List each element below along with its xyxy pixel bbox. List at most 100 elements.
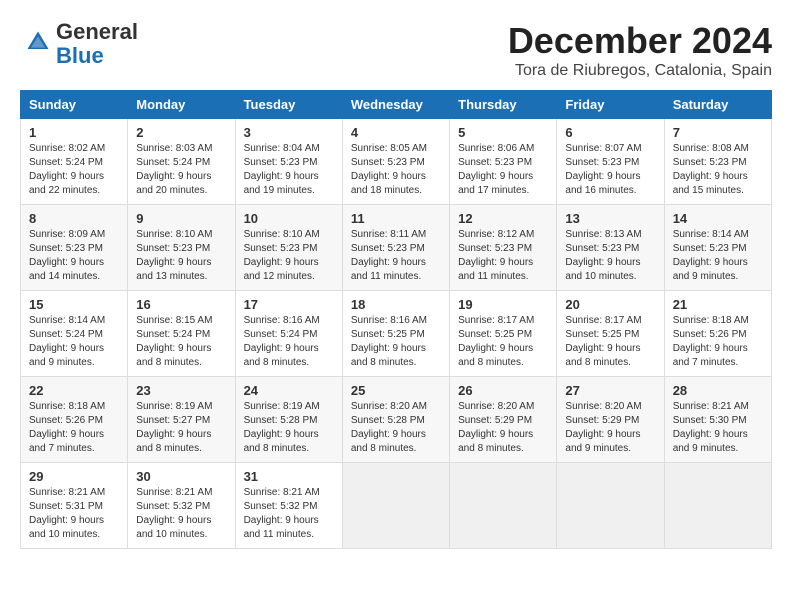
day-info: Sunrise: 8:20 AM Sunset: 5:29 PM Dayligh…	[458, 400, 548, 456]
calendar-day-cell: 11Sunrise: 8:11 AM Sunset: 5:23 PM Dayli…	[342, 205, 449, 291]
calendar-week-row: 15Sunrise: 8:14 AM Sunset: 5:24 PM Dayli…	[21, 291, 772, 377]
day-info: Sunrise: 8:19 AM Sunset: 5:27 PM Dayligh…	[136, 400, 226, 456]
calendar-day-cell: 1Sunrise: 8:02 AM Sunset: 5:24 PM Daylig…	[21, 119, 128, 205]
calendar-day-cell: 27 Sunrise: 8:20 AM Sunset: 5:29 PM Dayli…	[557, 377, 664, 463]
calendar-day-cell: 9 Sunrise: 8:10 AM Sunset: 5:23 PM Daylig…	[128, 205, 235, 291]
col-saturday: Saturday	[664, 91, 771, 119]
calendar-week-row: 8 Sunrise: 8:09 AM Sunset: 5:23 PM Daylig…	[21, 205, 772, 291]
calendar-week-row: 22 Sunrise: 8:18 AM Sunset: 5:26 PM Dayli…	[21, 377, 772, 463]
day-info: Sunrise: 8:17 AM Sunset: 5:25 PM Dayligh…	[458, 314, 548, 370]
calendar-day-cell: 4 Sunrise: 8:05 AM Sunset: 5:23 PM Daylig…	[342, 119, 449, 205]
logo: General Blue	[20, 20, 138, 68]
day-info: Sunrise: 8:21 AM Sunset: 5:32 PM Dayligh…	[136, 486, 226, 542]
day-number: 3	[244, 125, 334, 140]
logo-text: General Blue	[56, 20, 138, 68]
day-info: Sunrise: 8:10 AM Sunset: 5:23 PM Dayligh…	[136, 228, 226, 284]
day-info: Sunrise: 8:21 AM Sunset: 5:30 PM Dayligh…	[673, 400, 763, 456]
calendar-day-cell: 31Sunrise: 8:21 AM Sunset: 5:32 PM Dayli…	[235, 463, 342, 549]
day-number: 12	[458, 211, 548, 226]
day-info: Sunrise: 8:04 AM Sunset: 5:23 PM Dayligh…	[244, 142, 334, 198]
day-info: Sunrise: 8:11 AM Sunset: 5:23 PM Dayligh…	[351, 228, 441, 284]
month-title: December 2024	[508, 20, 772, 62]
day-number: 24	[244, 383, 334, 398]
col-monday: Monday	[128, 91, 235, 119]
day-number: 6	[565, 125, 655, 140]
calendar-week-row: 29Sunrise: 8:21 AM Sunset: 5:31 PM Dayli…	[21, 463, 772, 549]
calendar-day-cell: 14 Sunrise: 8:14 AM Sunset: 5:23 PM Dayli…	[664, 205, 771, 291]
day-number: 2	[136, 125, 226, 140]
day-info: Sunrise: 8:05 AM Sunset: 5:23 PM Dayligh…	[351, 142, 441, 198]
day-number: 30	[136, 469, 226, 484]
day-number: 27	[565, 383, 655, 398]
calendar-day-cell: 8 Sunrise: 8:09 AM Sunset: 5:23 PM Daylig…	[21, 205, 128, 291]
calendar-day-cell: 25Sunrise: 8:20 AM Sunset: 5:28 PM Dayli…	[342, 377, 449, 463]
calendar-day-cell: 20 Sunrise: 8:17 AM Sunset: 5:25 PM Dayli…	[557, 291, 664, 377]
day-number: 23	[136, 383, 226, 398]
day-number: 26	[458, 383, 548, 398]
calendar-day-cell	[450, 463, 557, 549]
logo-general: General	[56, 19, 138, 44]
day-number: 13	[565, 211, 655, 226]
day-number: 4	[351, 125, 441, 140]
day-info: Sunrise: 8:08 AM Sunset: 5:23 PM Dayligh…	[673, 142, 763, 198]
calendar-day-cell: 19 Sunrise: 8:17 AM Sunset: 5:25 PM Dayli…	[450, 291, 557, 377]
day-info: Sunrise: 8:19 AM Sunset: 5:28 PM Dayligh…	[244, 400, 334, 456]
day-number: 19	[458, 297, 548, 312]
day-number: 16	[136, 297, 226, 312]
day-number: 8	[29, 211, 119, 226]
day-info: Sunrise: 8:10 AM Sunset: 5:23 PM Dayligh…	[244, 228, 334, 284]
day-number: 22	[29, 383, 119, 398]
calendar-day-cell: 3 Sunrise: 8:04 AM Sunset: 5:23 PM Daylig…	[235, 119, 342, 205]
logo-icon	[24, 28, 52, 56]
calendar-day-cell	[664, 463, 771, 549]
calendar-day-cell: 29Sunrise: 8:21 AM Sunset: 5:31 PM Dayli…	[21, 463, 128, 549]
day-info: Sunrise: 8:17 AM Sunset: 5:25 PM Dayligh…	[565, 314, 655, 370]
calendar-day-cell: 26 Sunrise: 8:20 AM Sunset: 5:29 PM Dayli…	[450, 377, 557, 463]
calendar-day-cell: 7Sunrise: 8:08 AM Sunset: 5:23 PM Daylig…	[664, 119, 771, 205]
day-info: Sunrise: 8:06 AM Sunset: 5:23 PM Dayligh…	[458, 142, 548, 198]
calendar-day-cell: 24 Sunrise: 8:19 AM Sunset: 5:28 PM Dayli…	[235, 377, 342, 463]
calendar-day-cell: 23 Sunrise: 8:19 AM Sunset: 5:27 PM Dayli…	[128, 377, 235, 463]
calendar-day-cell: 21 Sunrise: 8:18 AM Sunset: 5:26 PM Dayli…	[664, 291, 771, 377]
day-info: Sunrise: 8:14 AM Sunset: 5:23 PM Dayligh…	[673, 228, 763, 284]
day-info: Sunrise: 8:20 AM Sunset: 5:29 PM Dayligh…	[565, 400, 655, 456]
col-friday: Friday	[557, 91, 664, 119]
day-number: 20	[565, 297, 655, 312]
title-section: December 2024 Tora de Riubregos, Catalon…	[508, 20, 772, 80]
day-info: Sunrise: 8:18 AM Sunset: 5:26 PM Dayligh…	[673, 314, 763, 370]
calendar-day-cell: 12 Sunrise: 8:12 AM Sunset: 5:23 PM Dayli…	[450, 205, 557, 291]
day-number: 10	[244, 211, 334, 226]
calendar-day-cell: 18 Sunrise: 8:16 AM Sunset: 5:25 PM Dayli…	[342, 291, 449, 377]
calendar-day-cell: 5Sunrise: 8:06 AM Sunset: 5:23 PM Daylig…	[450, 119, 557, 205]
day-info: Sunrise: 8:16 AM Sunset: 5:25 PM Dayligh…	[351, 314, 441, 370]
day-number: 15	[29, 297, 119, 312]
day-info: Sunrise: 8:09 AM Sunset: 5:23 PM Dayligh…	[29, 228, 119, 284]
day-number: 14	[673, 211, 763, 226]
day-number: 18	[351, 297, 441, 312]
calendar-day-cell: 30 Sunrise: 8:21 AM Sunset: 5:32 PM Dayli…	[128, 463, 235, 549]
calendar-day-cell: 10 Sunrise: 8:10 AM Sunset: 5:23 PM Dayli…	[235, 205, 342, 291]
day-info: Sunrise: 8:03 AM Sunset: 5:24 PM Dayligh…	[136, 142, 226, 198]
calendar-day-cell	[342, 463, 449, 549]
day-number: 29	[29, 469, 119, 484]
calendar-day-cell: 16 Sunrise: 8:15 AM Sunset: 5:24 PM Dayli…	[128, 291, 235, 377]
calendar-day-cell: 2 Sunrise: 8:03 AM Sunset: 5:24 PM Daylig…	[128, 119, 235, 205]
day-info: Sunrise: 8:18 AM Sunset: 5:26 PM Dayligh…	[29, 400, 119, 456]
col-wednesday: Wednesday	[342, 91, 449, 119]
day-number: 31	[244, 469, 334, 484]
logo-blue: Blue	[56, 43, 104, 68]
day-number: 9	[136, 211, 226, 226]
day-number: 1	[29, 125, 119, 140]
calendar-day-cell: 6Sunrise: 8:07 AM Sunset: 5:23 PM Daylig…	[557, 119, 664, 205]
calendar-day-cell: 17Sunrise: 8:16 AM Sunset: 5:24 PM Dayli…	[235, 291, 342, 377]
day-info: Sunrise: 8:12 AM Sunset: 5:23 PM Dayligh…	[458, 228, 548, 284]
calendar-day-cell: 15Sunrise: 8:14 AM Sunset: 5:24 PM Dayli…	[21, 291, 128, 377]
col-tuesday: Tuesday	[235, 91, 342, 119]
day-info: Sunrise: 8:16 AM Sunset: 5:24 PM Dayligh…	[244, 314, 334, 370]
day-number: 21	[673, 297, 763, 312]
calendar-week-row: 1Sunrise: 8:02 AM Sunset: 5:24 PM Daylig…	[21, 119, 772, 205]
calendar-day-cell: 28Sunrise: 8:21 AM Sunset: 5:30 PM Dayli…	[664, 377, 771, 463]
day-info: Sunrise: 8:15 AM Sunset: 5:24 PM Dayligh…	[136, 314, 226, 370]
calendar-day-cell: 13Sunrise: 8:13 AM Sunset: 5:23 PM Dayli…	[557, 205, 664, 291]
calendar-day-cell: 22 Sunrise: 8:18 AM Sunset: 5:26 PM Dayli…	[21, 377, 128, 463]
